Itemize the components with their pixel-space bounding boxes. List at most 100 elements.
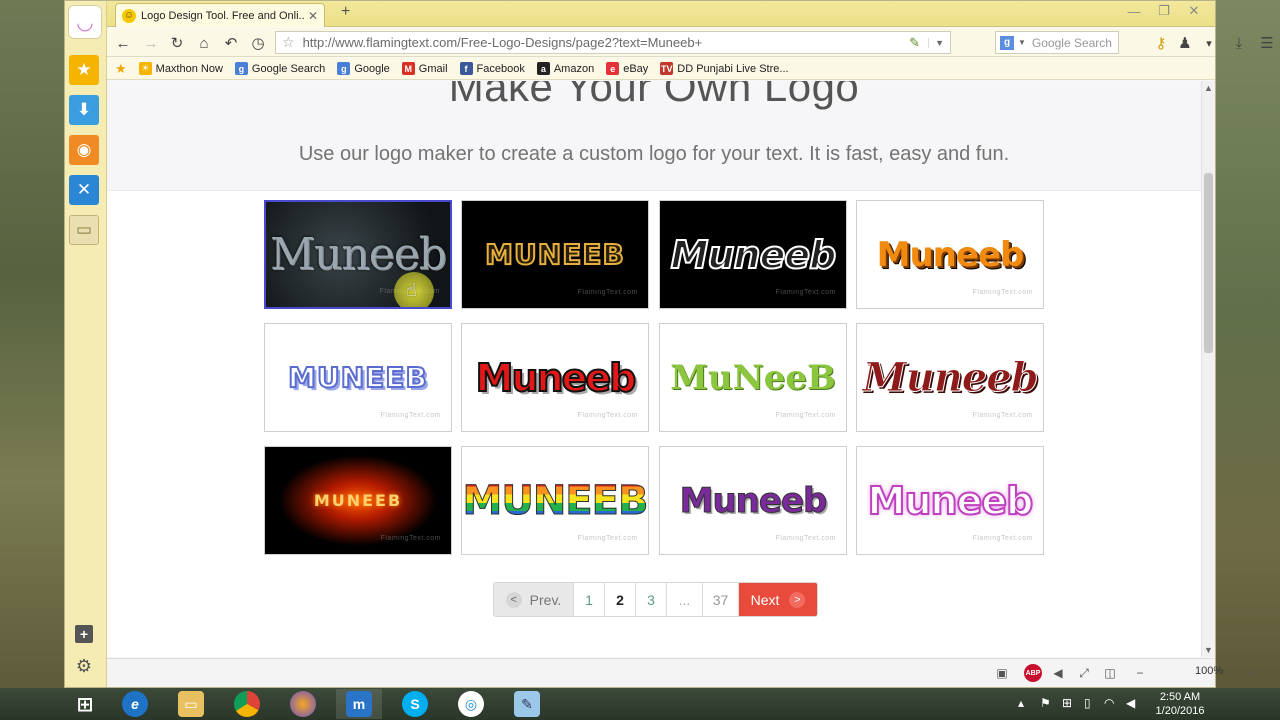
navigation-toolbar: ← → ↻ ⌂ ↶ ◷ ☆ http://www.flamingtext.com… [107,28,1274,57]
gear-icon[interactable]: ⚙ [73,655,95,677]
bookmark-label: Maxthon Now [155,62,223,75]
logo-option-rainbow[interactable]: MUNEEB FlamingText.com [461,446,649,555]
user-account-icon[interactable]: ♟ [1175,33,1195,53]
back-arrow-icon[interactable]: ← [113,33,133,53]
taskbar-internet-explorer[interactable]: e [112,689,158,719]
close-window-button[interactable]: ✕ [1179,1,1209,21]
taskbar-skype[interactable]: S [392,689,438,719]
screenshot-icon[interactable]: ▣ [993,664,1011,682]
start-button[interactable]: ⊞ [62,689,108,719]
network-icon[interactable]: ◠ [1104,696,1114,710]
refresh-icon[interactable]: ↻ [167,33,187,53]
forward-arrow-icon[interactable]: → [141,33,161,53]
scroll-down-arrow-icon[interactable]: ▼ [1204,645,1213,655]
next-page-button[interactable]: Next > [739,583,817,616]
search-placeholder[interactable]: Google Search [1032,36,1112,50]
logo-option-purple-bold[interactable]: Muneeb FlamingText.com [659,446,847,555]
tray-overflow-icon[interactable]: ▴ [1018,696,1024,710]
page-action-icon[interactable]: ✎ [909,35,920,51]
windows-tray-icon[interactable]: ⊞ [1062,696,1072,710]
address-bar[interactable]: ☆ http://www.flamingtext.com/Free-Logo-D… [275,31,951,54]
page-link-last[interactable]: 37 [703,583,739,616]
page-link-1[interactable]: 1 [574,583,605,616]
history-clock-icon[interactable]: ◷ [248,33,268,53]
minimize-button[interactable]: — [1119,1,1149,21]
bookmark-label: Facebook [476,62,525,75]
address-url[interactable]: http://www.flamingtext.com/Free-Logo-Des… [303,35,910,50]
page-link-3[interactable]: 3 [636,583,667,616]
taskbar-firefox[interactable] [280,689,326,719]
favorites-star-icon[interactable]: ★ [69,55,99,85]
key-icon[interactable]: ⚷ [1151,33,1171,53]
scroll-up-arrow-icon[interactable]: ▲ [1204,83,1213,93]
address-dropdown-icon[interactable]: ▼ [928,37,950,48]
rss-feed-icon[interactable]: ◉ [69,135,99,165]
add-sidebar-item-icon[interactable]: + [75,625,93,643]
search-engine-dropdown-icon[interactable]: ▼ [1018,38,1026,47]
logo-option-dark-gothic[interactable]: MuneebFlamingText.com☝ [264,200,452,309]
zoom-level[interactable]: 100% [1195,665,1223,677]
watermark-text: FlamingText.com [577,289,638,296]
page-link-2[interactable]: 2 [605,583,636,616]
split-view-icon[interactable]: ◫ [1101,664,1119,682]
scrollbar-thumb[interactable] [1204,173,1213,353]
watermark-text: FlamingText.com [775,412,836,419]
zoom-out-icon[interactable]: − [1131,664,1149,682]
system-clock[interactable]: 2:50 AM 1/20/2016 [1148,690,1212,718]
taskbar-file-explorer[interactable]: ▭ [168,689,214,719]
taskbar-notes-app[interactable]: ✎ [504,689,550,719]
menu-dropdown-icon[interactable]: ▾ [1199,33,1219,53]
bookmark-1[interactable]: g Google Search [234,62,325,75]
restore-button[interactable]: ❐ [1149,1,1179,21]
sound-icon[interactable]: ◀ [1049,664,1067,682]
chevron-right-icon: > [789,591,806,608]
main-menu-icon[interactable]: ☰ [1257,33,1277,53]
folder-icon: ▭ [178,691,204,717]
logo-option-blue-outline[interactable]: MUNEEB FlamingText.com [264,323,452,432]
fullscreen-icon[interactable]: ⤢ [1075,664,1093,682]
home-icon[interactable]: ⌂ [194,33,214,53]
google-search-engine-icon[interactable]: g [1000,35,1014,50]
search-box[interactable]: g ▼ Google Search [995,31,1119,54]
undo-close-icon[interactable]: ↶ [221,33,241,53]
bookmark-2[interactable]: g Google [337,62,390,75]
adblock-icon[interactable]: ABP [1024,664,1042,682]
download-icon[interactable]: ⤓ [1229,33,1249,53]
logo-option-gold-outline[interactable]: MUNEEB FlamingText.com [461,200,649,309]
tools-icon[interactable]: ✕ [69,175,99,205]
google-icon: g [234,62,248,75]
bookmark-4[interactable]: f Facebook [459,62,525,75]
maxthon-logo-icon[interactable]: ◡ [68,5,102,39]
logo-option-dark-red-script[interactable]: Muneeb FlamingText.com [856,323,1044,432]
maxthon-icon: m [346,691,372,717]
logo-option-red-bubble[interactable]: Muneeb FlamingText.com [461,323,649,432]
prev-page-button[interactable]: < Prev. [494,583,574,616]
logo-option-green-leaf[interactable]: MuNeeB FlamingText.com [659,323,847,432]
new-tab-button[interactable]: + [341,3,350,21]
bookmark-6[interactable]: e eBay [606,62,648,75]
bookmark-5[interactable]: a Amazon [536,62,594,75]
bookmark-0[interactable]: ☀ Maxthon Now [138,62,223,75]
bookmark-star-icon[interactable]: ☆ [282,34,295,51]
bookmark-3[interactable]: M Gmail [401,62,448,75]
bookmark-7[interactable]: TV DD Punjabi Live Stre... [660,62,789,75]
volume-icon[interactable]: ◀ [1126,696,1135,710]
window-controls: — ❐ ✕ [1119,1,1209,21]
battery-icon[interactable]: ▯ [1084,696,1091,710]
notes-icon[interactable]: ▭ [69,215,99,245]
logo-option-pink-glow[interactable]: Muneeb FlamingText.com [856,446,1044,555]
zoom-in-icon[interactable]: + [1241,664,1259,682]
logo-preview-text: Muneeb [475,355,638,401]
taskbar-chrome[interactable] [224,689,270,719]
taskbar-maxthon[interactable]: m [336,689,382,719]
favorites-star-icon[interactable]: ★ [115,61,127,77]
download-arrow-icon[interactable]: ⬇ [69,95,99,125]
logo-option-fire-glow[interactable]: MUNEEB FlamingText.com [264,446,452,555]
logo-option-white-sketch[interactable]: Muneeb FlamingText.com [659,200,847,309]
tab-logo-design[interactable]: ☺ Logo Design Tool. Free and Onli... ✕ [115,3,325,27]
flag-icon[interactable]: ⚑ [1040,696,1051,710]
taskbar-cortana[interactable]: ◎ [448,689,494,719]
tab-close-icon[interactable]: ✕ [308,9,318,23]
vertical-scrollbar[interactable]: ▲ ▼ [1201,81,1215,657]
logo-option-orange-3d[interactable]: Muneeb FlamingText.com [856,200,1044,309]
